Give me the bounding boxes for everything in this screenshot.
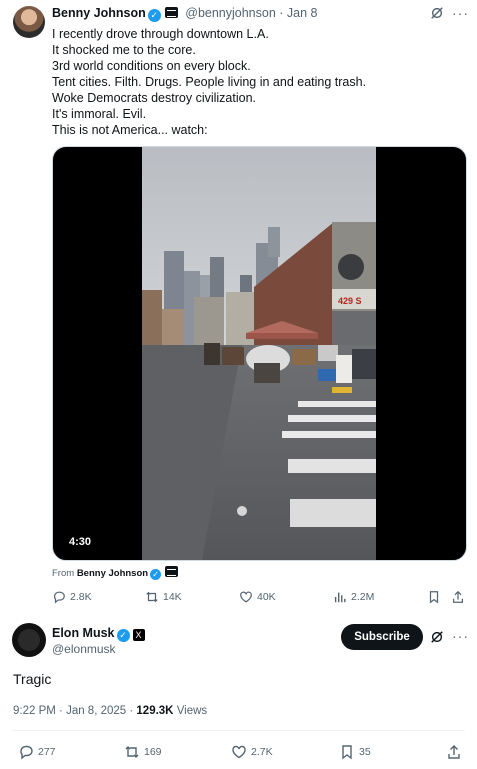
reply-button[interactable]: 2.8K <box>52 590 92 604</box>
like-button[interactable]: 40K <box>239 590 276 604</box>
reply-count: 2.8K <box>70 591 92 603</box>
verified-icon: ✓ <box>147 9 161 22</box>
video-duration: 4:30 <box>69 536 92 548</box>
like-count: 40K <box>257 591 276 603</box>
tweet-text: Tragic <box>13 671 52 687</box>
repost-icon <box>146 591 158 603</box>
repost-count: 14K <box>163 591 182 603</box>
tweet-meta: 9:22 PM · Jan 8, 2025 · 129.3K Views <box>13 705 208 717</box>
grok-icon[interactable] <box>430 630 444 649</box>
author-handle[interactable]: @elonmusk <box>52 642 116 656</box>
tweet-line: 3rd world conditions on every block. <box>52 59 251 73</box>
video-frame: 429 S <box>142 147 376 560</box>
views-icon <box>334 592 346 603</box>
share-button[interactable] <box>451 590 465 609</box>
affiliate-badge-icon <box>165 566 179 577</box>
tweet-line: Woke Democrats destroy civilization. <box>52 91 257 105</box>
grok-icon[interactable] <box>430 6 444 25</box>
repost-count: 169 <box>144 746 162 758</box>
avatar[interactable] <box>13 6 45 38</box>
tweet-date[interactable]: Jan 8 <box>287 6 318 20</box>
tweet-text: I recently drove through downtown L.A. I… <box>52 26 452 138</box>
tweet-time[interactable]: 9:22 PM <box>13 705 56 717</box>
bookmark-icon <box>429 591 439 604</box>
tweet-line: Tent cities. Filth. Drugs. People living… <box>52 75 367 89</box>
like-icon <box>232 745 246 759</box>
share-icon <box>453 590 463 603</box>
like-button[interactable]: 2.7K <box>231 744 273 760</box>
tweet-header: Benny Johnson ✓ @bennyjohnson · Jan 8 <box>52 6 318 22</box>
reply-icon <box>20 745 33 760</box>
bookmark-button[interactable] <box>427 590 441 609</box>
reply-count: 277 <box>38 746 56 758</box>
from-name[interactable]: Benny Johnson <box>77 568 148 579</box>
verified-icon: ✓ <box>116 629 130 642</box>
svg-text:429 S: 429 S <box>338 296 362 306</box>
views-button[interactable]: 2.2M <box>333 590 374 604</box>
tweet-line: It's immoral. Evil. <box>52 107 147 121</box>
bookmark-count: 35 <box>359 746 371 758</box>
views-count: 129.3K <box>136 705 174 717</box>
like-icon <box>240 591 252 603</box>
bookmark-button[interactable]: 35 <box>339 744 371 760</box>
x-logo-icon: X <box>132 629 145 641</box>
bookmark-icon <box>342 745 352 760</box>
avatar[interactable] <box>12 623 46 657</box>
from-label: From <box>52 568 75 579</box>
divider <box>12 730 465 731</box>
video-player[interactable]: 429 S 4:30 <box>52 146 467 561</box>
author-handle[interactable]: @bennyjohnson <box>185 6 276 20</box>
verified-icon: ✓ <box>150 569 162 580</box>
repost-button[interactable]: 14K <box>145 590 182 604</box>
share-icon <box>448 745 460 759</box>
tweet-line: I recently drove through downtown L.A. <box>52 27 269 41</box>
tweet-line: It shocked me to the core. <box>52 43 196 57</box>
tweet-line: This is not America... watch: <box>52 123 208 137</box>
like-count: 2.7K <box>251 746 273 758</box>
author-name[interactable]: Elon Musk <box>52 626 115 640</box>
reply-button[interactable]: 277 <box>18 744 56 760</box>
reply-icon <box>53 591 65 604</box>
author-row: Elon Musk ✓ X <box>52 626 145 642</box>
views-count: 2.2M <box>351 591 375 603</box>
affiliate-badge-icon <box>164 7 178 18</box>
repost-icon <box>125 746 139 758</box>
video-attribution: From Benny Johnson ✓ <box>52 566 179 580</box>
repost-button[interactable]: 169 <box>124 744 162 760</box>
tweet-date[interactable]: Jan 8, 2025 <box>66 705 126 717</box>
subscribe-button[interactable]: Subscribe <box>341 624 423 650</box>
views-label: Views <box>176 705 208 717</box>
more-icon[interactable]: ··· <box>452 628 469 644</box>
more-icon[interactable]: ··· <box>452 5 469 21</box>
share-button[interactable] <box>446 744 462 765</box>
author-name[interactable]: Benny Johnson <box>52 6 146 20</box>
